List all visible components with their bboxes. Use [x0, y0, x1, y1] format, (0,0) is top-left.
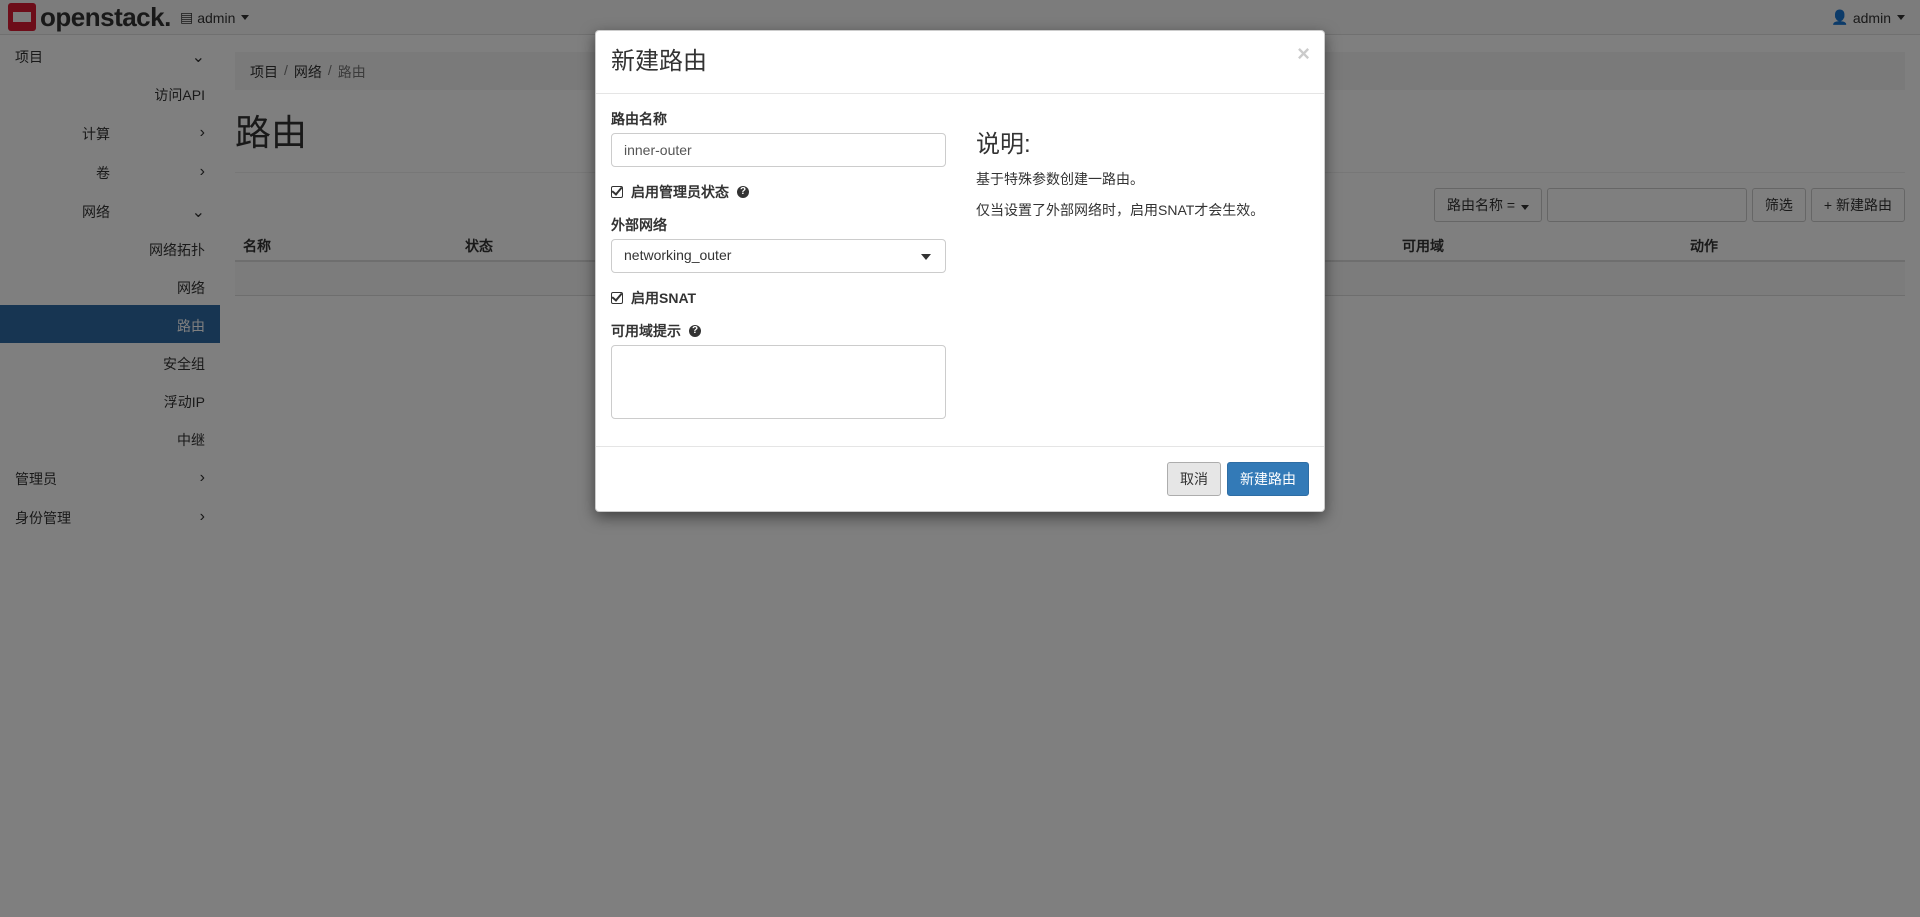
admin-state-checkbox[interactable]	[611, 186, 623, 198]
external-network-value: networking_outer	[624, 247, 732, 263]
cancel-button[interactable]: 取消	[1167, 462, 1221, 496]
az-hints-label-text: 可用域提示	[611, 323, 681, 339]
enable-snat-checkbox-row[interactable]: 启用SNAT	[611, 288, 696, 308]
description-text: 仅当设置了外部网络时，启用SNAT才会生效。	[976, 202, 1265, 218]
az-hints-textarea[interactable]	[611, 345, 946, 419]
router-name-input[interactable]	[611, 133, 946, 167]
az-hints-label: 可用域提示 ?	[611, 321, 701, 341]
modal-footer: 取消 新建路由	[596, 446, 1324, 511]
description-column: 说明: 基于特殊参数创建一路由。 仅当设置了外部网络时，启用SNAT才会生效。	[976, 124, 1306, 220]
router-name-label: 路由名称	[611, 109, 667, 129]
close-icon[interactable]: ×	[1297, 41, 1310, 67]
external-network-select[interactable]: networking_outer	[611, 239, 946, 273]
enable-snat-checkbox[interactable]	[611, 292, 623, 304]
modal-body: 路由名称 启用管理员状态 ? 外部网络 networking_outer 启用S…	[596, 94, 1324, 448]
external-network-label-text: 外部网络	[611, 217, 667, 233]
help-icon[interactable]: ?	[689, 325, 701, 337]
description-text: 基于特殊参数创建一路由。	[976, 171, 1144, 187]
admin-state-checkbox-row[interactable]: 启用管理员状态 ?	[611, 182, 749, 202]
router-name-label-text: 路由名称	[611, 111, 667, 127]
modal-header: 新建路由 ×	[596, 31, 1324, 94]
help-icon[interactable]: ?	[737, 186, 749, 198]
description-title: 说明:	[976, 131, 1031, 158]
enable-snat-label: 启用SNAT	[631, 290, 697, 306]
caret-down-icon	[921, 254, 931, 260]
create-router-modal: 新建路由 × 路由名称 启用管理员状态 ? 外部网络 networking_ou…	[595, 30, 1325, 512]
external-network-label: 外部网络	[611, 215, 667, 235]
submit-create-router-button[interactable]: 新建路由	[1227, 462, 1309, 496]
admin-state-label: 启用管理员状态	[631, 184, 729, 200]
modal-title: 新建路由	[611, 48, 707, 75]
